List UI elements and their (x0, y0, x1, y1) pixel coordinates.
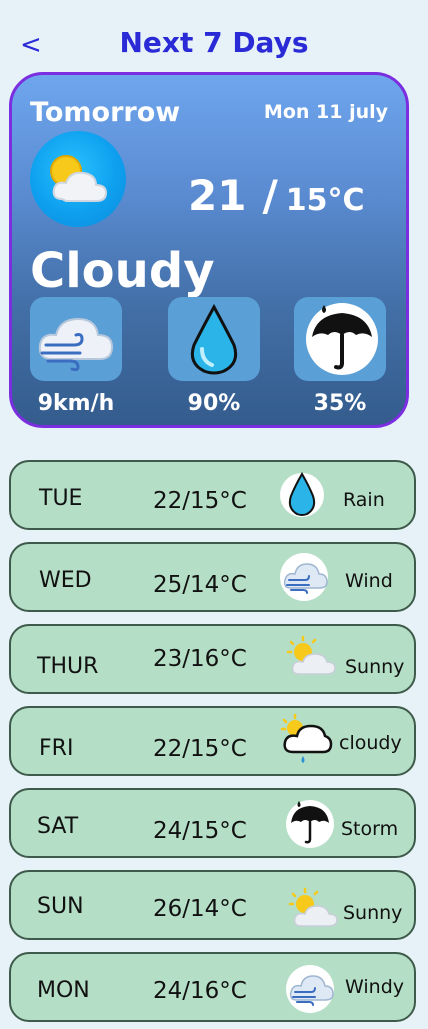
temp-separator: / (262, 171, 278, 220)
temp-range: 22/15°C (153, 736, 247, 762)
day-label: SUN (37, 894, 84, 919)
temperature-display: 21 /15°C (188, 171, 365, 220)
sun-cloud-icon (30, 131, 126, 227)
temp-high: 21 (188, 171, 247, 220)
wind-stat: 9km/h (30, 297, 122, 416)
wind-value: 9km/h (37, 391, 115, 416)
forecast-row-tue[interactable]: TUE 22/15°C Rain (9, 460, 416, 530)
temp-range: 22/15°C (153, 488, 247, 514)
droplet-icon (168, 297, 260, 381)
condition-label: Storm (341, 818, 399, 840)
temp-range: 26/14°C (153, 896, 247, 922)
day-label: TUE (39, 486, 83, 511)
humidity-stat: 90% (168, 297, 260, 416)
day-label: WED (39, 568, 92, 593)
condition-label: Sunny (345, 656, 405, 678)
condition-label: Windy (345, 976, 404, 998)
forecast-row-thur[interactable]: THUR 23/16°C Sunny (9, 624, 416, 694)
page-title: Next 7 Days (119, 26, 309, 59)
rain-chance-value: 35% (313, 391, 367, 416)
condition-label: Sunny (343, 902, 403, 924)
day-label: MON (37, 978, 90, 1003)
forecast-row-wed[interactable]: WED 25/14°C Wind (9, 542, 416, 612)
humidity-value: 90% (187, 391, 241, 416)
tomorrow-card[interactable]: Tomorrow Mon 11 july 21 /15°C Cloudy 9km/… (9, 72, 409, 428)
umbrella-icon (294, 297, 386, 381)
date-label: Mon 11 july (263, 101, 388, 123)
condition-label: Wind (345, 570, 393, 592)
day-label: THUR (37, 654, 99, 679)
temp-range: 24/16°C (153, 978, 247, 1004)
umbrella-icon (285, 799, 335, 849)
condition-label: cloudy (339, 732, 402, 754)
forecast-row-sun[interactable]: SUN 26/14°C Sunny (9, 870, 416, 940)
sun-rain-cloud-icon (279, 712, 333, 763)
rain-chance-stat: 35% (294, 297, 386, 416)
sun-cloud-icon (285, 884, 338, 934)
day-label: FRI (39, 736, 74, 761)
temp-range: 25/14°C (153, 572, 247, 598)
forecast-row-fri[interactable]: FRI 22/15°C cloudy (9, 706, 416, 776)
forecast-row-mon[interactable]: MON 24/16°C Windy (9, 952, 416, 1022)
wind-icon (279, 552, 329, 602)
condition-label: Cloudy (30, 243, 215, 299)
condition-label: Rain (343, 489, 385, 511)
wind-icon (30, 297, 122, 381)
temp-range: 24/15°C (153, 818, 247, 844)
forecast-row-sat[interactable]: SAT 24/15°C Storm (9, 788, 416, 858)
droplet-icon (279, 470, 329, 520)
day-label: SAT (37, 814, 79, 839)
wind-icon (285, 964, 335, 1014)
tomorrow-label: Tomorrow (30, 97, 181, 128)
temp-low: 15°C (285, 183, 365, 218)
sun-cloud-icon (283, 632, 336, 682)
temp-range: 23/16°C (153, 646, 247, 672)
